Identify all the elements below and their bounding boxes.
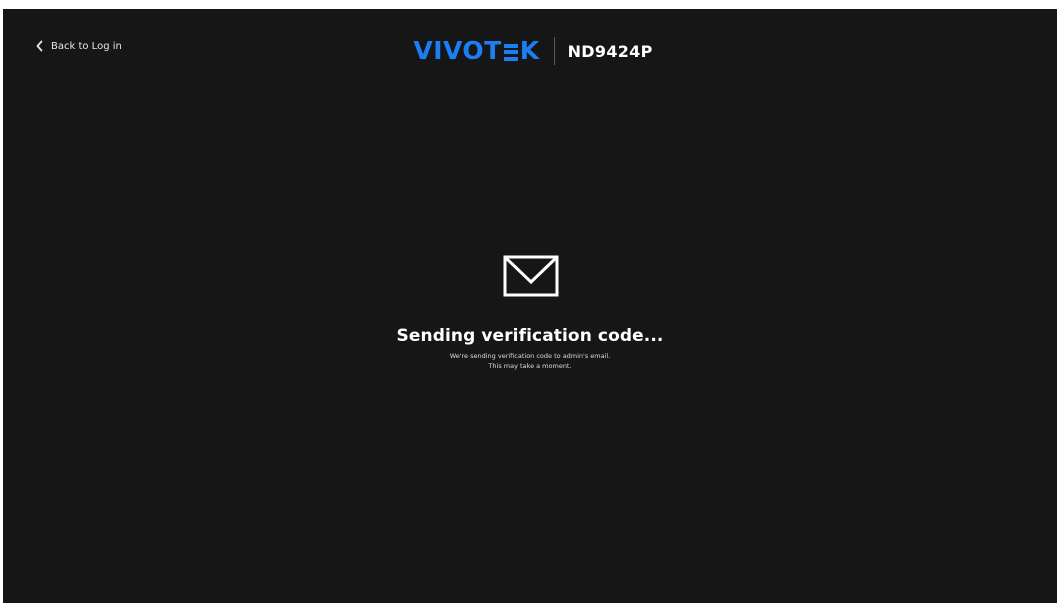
status-message-line-1: We're sending verification code to admin…: [449, 352, 611, 360]
header-divider: [553, 37, 555, 65]
status-message-line-2: This may take a moment.: [488, 362, 572, 370]
verification-screen: Back to Log in VIVOT K ND9424P Sending v…: [3, 9, 1057, 603]
vivotek-logo: VIVOT K: [413, 36, 540, 65]
brand-logo-part-1: VIVOT: [413, 36, 502, 65]
header: VIVOT K ND9424P: [3, 36, 1057, 66]
model-name: ND9424P: [567, 41, 653, 61]
logo-group: VIVOT K ND9424P: [413, 37, 652, 65]
status-panel: Sending verification code... We're sendi…: [3, 255, 1057, 371]
status-title: Sending verification code...: [396, 326, 664, 346]
brand-logo-e-mark: [503, 43, 518, 61]
brand-logo-part-2: K: [519, 36, 540, 65]
mail-icon: [503, 255, 558, 297]
